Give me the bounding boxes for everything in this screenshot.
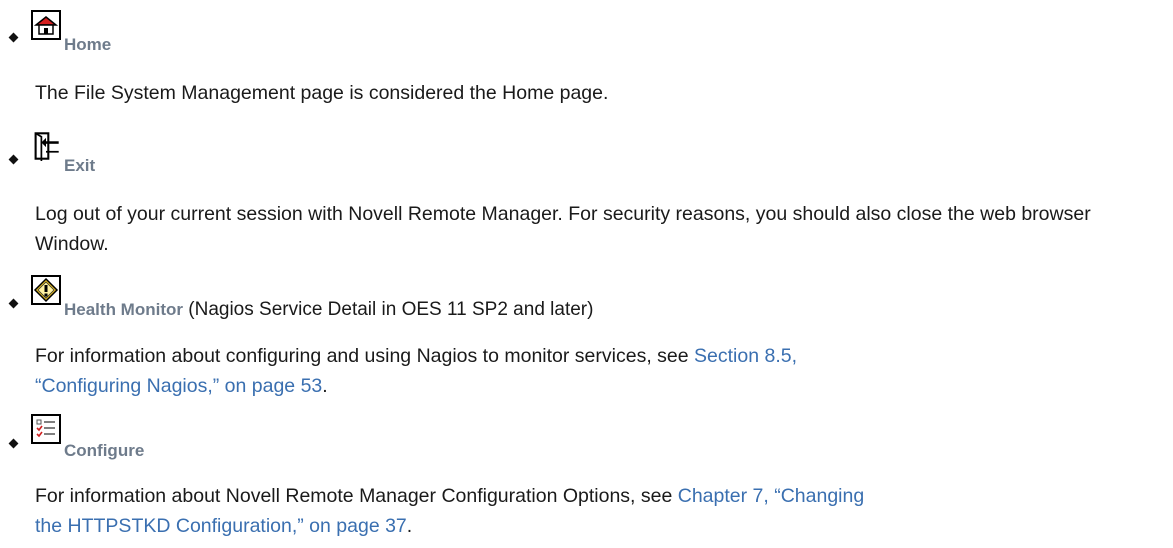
description-text-end: . [322, 375, 328, 397]
term-exit: Exit [64, 156, 95, 176]
term-label: Health Monitor [64, 300, 183, 319]
term-suffix: (Nagios Service Detail in OES 11 SP2 and… [183, 299, 594, 320]
term-label: Exit [64, 156, 96, 175]
description-text: For information about Novell Remote Mana… [35, 485, 678, 507]
description-text: For information about configuring and us… [35, 345, 695, 367]
description-health-monitor: For information about configuring and us… [35, 341, 1165, 401]
exit-door-icon [31, 131, 61, 161]
term-label: Home [64, 35, 112, 54]
term-health-monitor: Health Monitor (Nagios Service Detail in… [64, 300, 593, 320]
bullet-diamond [8, 154, 19, 165]
home-icon [31, 10, 61, 40]
section-8-5-link[interactable]: Section 8.5, [694, 345, 797, 367]
health-monitor-icon [31, 275, 61, 305]
bullet-diamond [8, 298, 19, 309]
description-exit: Log out of your current session with Nov… [35, 203, 1091, 255]
description-text-end: . [406, 515, 413, 537]
httpstkd-configuration-link[interactable]: the HTTPSTKD Configuration,” on page 37 [35, 515, 407, 537]
bullet-diamond [8, 438, 19, 449]
term-label: Configure [64, 441, 145, 460]
chapter-7-link[interactable]: Chapter 7, “Changing [678, 485, 864, 507]
bullet-diamond [8, 32, 19, 43]
configure-checklist-icon [31, 414, 61, 444]
term-home: Home [64, 35, 111, 55]
description-configure: For information about Novell Remote Mana… [35, 481, 1165, 541]
term-configure: Configure [64, 441, 144, 461]
configuring-nagios-link[interactable]: “Configuring Nagios,” on page 53 [35, 375, 322, 397]
description-home: The File System Management page is consi… [35, 82, 609, 104]
